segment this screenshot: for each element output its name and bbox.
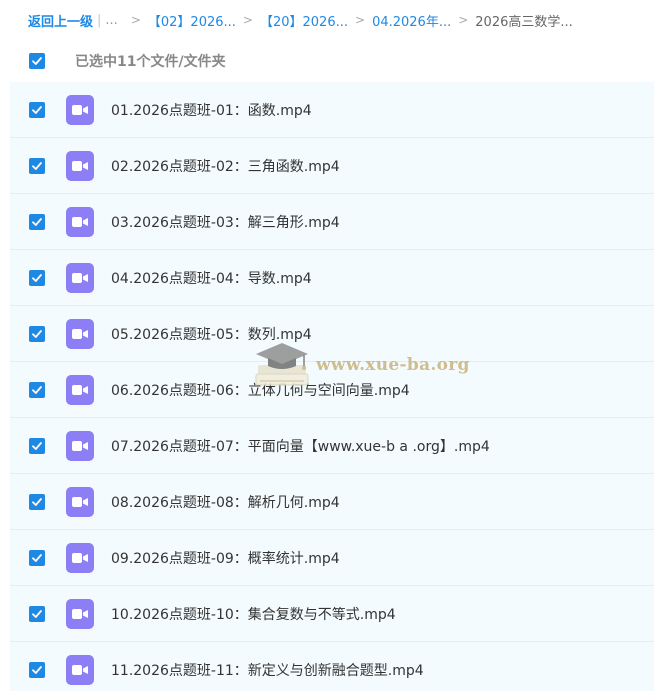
file-name[interactable]: 06.2026点题班-06：立体几何与空间向量.mp4 <box>111 380 410 400</box>
breadcrumb: 返回上一级 | ... > 【02】2026... > 【20】2026... … <box>0 0 654 40</box>
file-row[interactable]: 01.2026点题班-01：函数.mp4 <box>10 82 654 138</box>
video-file-icon <box>66 654 94 685</box>
file-row[interactable]: 10.2026点题班-10：集合复数与不等式.mp4 <box>10 586 654 642</box>
file-name[interactable]: 10.2026点题班-10：集合复数与不等式.mp4 <box>111 604 396 624</box>
file-name[interactable]: 04.2026点题班-04：导数.mp4 <box>111 268 312 288</box>
file-name[interactable]: 09.2026点题班-09：概率统计.mp4 <box>111 548 340 568</box>
file-checkbox[interactable] <box>29 605 45 622</box>
checkmark-icon <box>32 553 42 562</box>
file-checkbox[interactable] <box>29 493 45 510</box>
video-file-icon <box>66 206 94 237</box>
checkmark-icon <box>32 161 42 170</box>
file-name[interactable]: 08.2026点题班-08：解析几何.mp4 <box>111 492 340 512</box>
video-file-icon <box>66 486 94 517</box>
file-checkbox[interactable] <box>29 549 45 566</box>
select-all-bar: 已选中11个文件/文件夹 <box>10 40 654 82</box>
video-file-icon <box>66 318 94 349</box>
file-row[interactable]: 07.2026点题班-07：平面向量【www.xue-b a .org】.mp4 <box>10 418 654 474</box>
file-name[interactable]: 05.2026点题班-05：数列.mp4 <box>111 324 312 344</box>
checkmark-icon <box>32 217 42 226</box>
file-checkbox[interactable] <box>29 381 45 398</box>
file-row[interactable]: 04.2026点题班-04：导数.mp4 <box>10 250 654 306</box>
video-file-icon <box>66 150 94 181</box>
checkmark-icon <box>32 385 42 394</box>
file-row[interactable]: 05.2026点题班-05：数列.mp4 <box>10 306 654 362</box>
breadcrumb-ellipsis[interactable]: ... <box>105 13 117 28</box>
file-checkbox[interactable] <box>29 269 45 286</box>
file-name[interactable]: 07.2026点题班-07：平面向量【www.xue-b a .org】.mp4 <box>111 436 490 456</box>
chevron-right-icon: > <box>458 13 469 27</box>
file-name[interactable]: 03.2026点题班-03：解三角形.mp4 <box>111 212 340 232</box>
file-row[interactable]: 06.2026点题班-06：立体几何与空间向量.mp4 <box>10 362 654 418</box>
breadcrumb-separator: | <box>97 12 102 28</box>
breadcrumb-current: 2026高三数学... <box>475 14 573 30</box>
checkmark-icon <box>32 441 42 450</box>
video-file-icon <box>66 598 94 629</box>
file-row[interactable]: 09.2026点题班-09：概率统计.mp4 <box>10 530 654 586</box>
checkmark-icon <box>32 273 42 282</box>
video-file-icon <box>66 430 94 461</box>
file-checkbox[interactable] <box>29 437 45 454</box>
breadcrumb-link[interactable]: 【02】2026... <box>148 11 236 30</box>
video-file-icon <box>66 542 94 573</box>
file-checkbox[interactable] <box>29 157 45 174</box>
chevron-right-icon: > <box>242 13 253 27</box>
file-row[interactable]: 03.2026点题班-03：解三角形.mp4 <box>10 194 654 250</box>
file-row[interactable]: 02.2026点题班-02：三角函数.mp4 <box>10 138 654 194</box>
file-checkbox[interactable] <box>29 325 45 342</box>
chevron-right-icon: > <box>130 13 141 27</box>
checkmark-icon <box>32 665 42 674</box>
checkmark-icon <box>32 497 42 506</box>
file-name[interactable]: 11.2026点题班-11：新定义与创新融合题型.mp4 <box>111 660 424 680</box>
file-row[interactable]: 08.2026点题班-08：解析几何.mp4 <box>10 474 654 530</box>
file-list: 01.2026点题班-01：函数.mp4 02.2026点题班-02：三角函数.m… <box>10 82 654 691</box>
file-checkbox[interactable] <box>29 661 45 678</box>
checkmark-icon <box>32 329 42 338</box>
checkmark-icon <box>32 57 42 65</box>
file-name[interactable]: 01.2026点题班-01：函数.mp4 <box>111 100 312 120</box>
checkmark-icon <box>32 609 42 618</box>
file-row[interactable]: 11.2026点题班-11：新定义与创新融合题型.mp4 <box>10 642 654 691</box>
video-file-icon <box>66 262 94 293</box>
select-all-checkbox[interactable] <box>29 53 45 69</box>
file-checkbox[interactable] <box>29 213 45 230</box>
chevron-right-icon: > <box>355 13 366 27</box>
file-browser: 返回上一级 | ... > 【02】2026... > 【20】2026... … <box>0 0 654 691</box>
checkmark-icon <box>32 105 42 114</box>
video-file-icon <box>66 94 94 125</box>
breadcrumb-link[interactable]: 【20】2026... <box>260 11 348 30</box>
back-link[interactable]: 返回上一级 <box>28 11 93 30</box>
selection-count-label: 已选中11个文件/文件夹 <box>75 54 226 70</box>
video-file-icon <box>66 374 94 405</box>
file-checkbox[interactable] <box>29 101 45 118</box>
file-name[interactable]: 02.2026点题班-02：三角函数.mp4 <box>111 156 340 176</box>
breadcrumb-link[interactable]: 04.2026年... <box>372 11 451 30</box>
